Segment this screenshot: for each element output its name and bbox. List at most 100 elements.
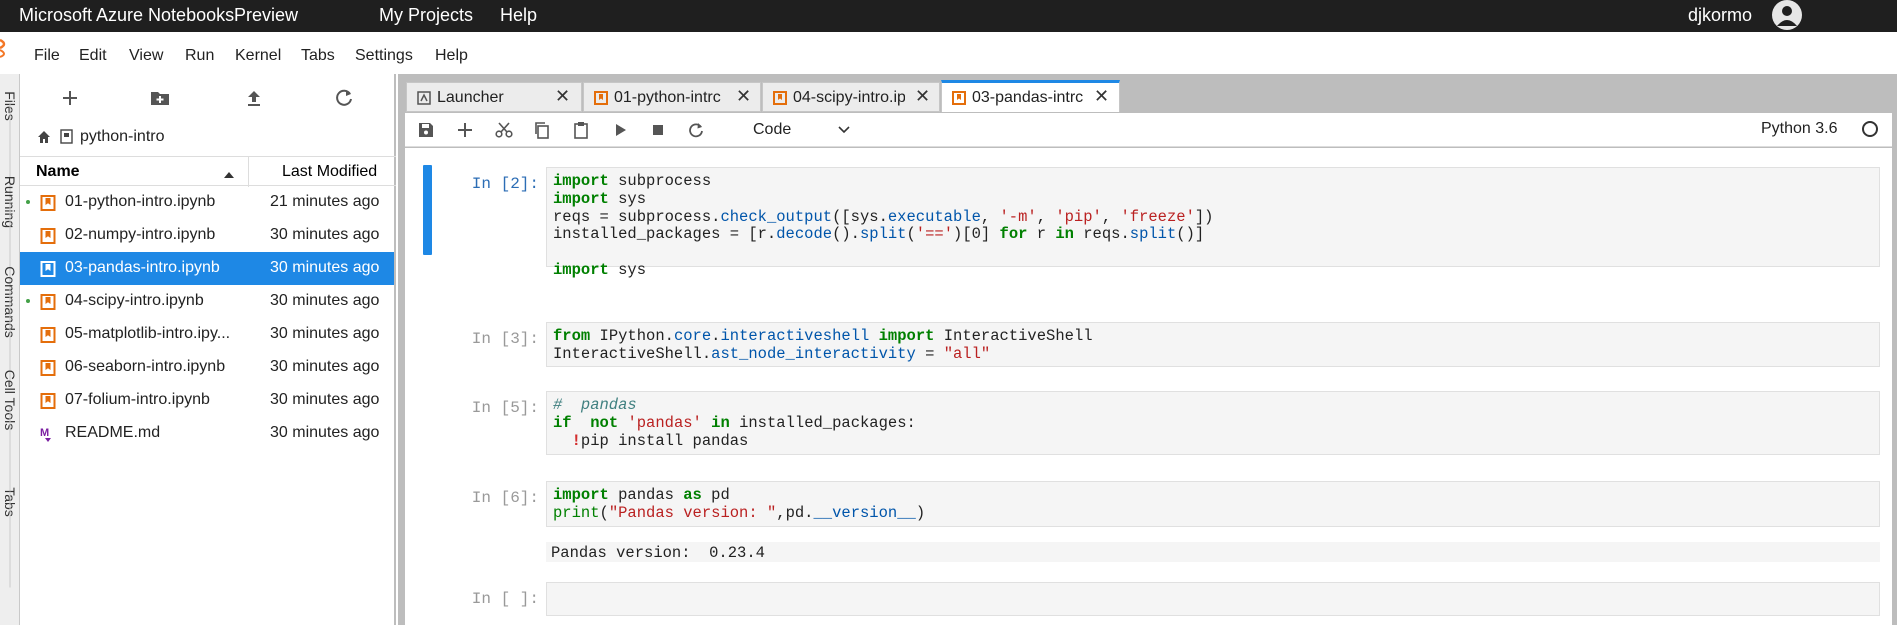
file-name: README.md bbox=[65, 424, 161, 441]
copy-icon[interactable] bbox=[532, 120, 552, 140]
notebook-icon bbox=[40, 293, 56, 311]
menu-tabs[interactable]: Tabs bbox=[301, 47, 335, 65]
menu-settings[interactable]: Settings bbox=[355, 47, 413, 65]
notebook-icon bbox=[40, 194, 56, 212]
file-modified: 30 minutes ago bbox=[270, 259, 380, 276]
tab-04-scipy-intro[interactable]: 04-scipy-intro.ip ✕ bbox=[762, 82, 940, 112]
restart-kernel-icon[interactable] bbox=[686, 120, 706, 140]
breadcrumb-folder[interactable]: python-intro bbox=[80, 128, 165, 146]
cell-prompt: In [ ]: bbox=[471, 590, 539, 608]
notebook-icon bbox=[40, 359, 56, 377]
kernel-name[interactable]: Python 3.6 bbox=[1761, 120, 1838, 138]
code-cell[interactable]: from IPython.core.interactiveshell impor… bbox=[546, 322, 1880, 367]
help-link[interactable]: Help bbox=[500, 5, 537, 26]
close-icon[interactable]: ✕ bbox=[736, 86, 751, 107]
file-row[interactable]: 06-seaborn-intro.ipynb 30 minutes ago bbox=[20, 351, 394, 384]
menu-help[interactable]: Help bbox=[435, 47, 468, 65]
cell-prompt: In [6]: bbox=[471, 489, 539, 507]
code-cell[interactable]: # pandas if not 'pandas' in installed_pa… bbox=[546, 391, 1880, 455]
file-row[interactable]: 03-pandas-intro.ipynb 30 minutes ago bbox=[20, 252, 394, 285]
cell-output: Pandas version: 0.23.4 bbox=[546, 542, 1880, 562]
notebook-icon bbox=[40, 326, 56, 344]
tab-label: 03-pandas-intrc bbox=[972, 89, 1084, 106]
column-last-modified[interactable]: Last Modified bbox=[282, 163, 377, 181]
file-row[interactable]: 02-numpy-intro.ipynb 30 minutes ago bbox=[20, 219, 394, 252]
file-modified: 30 minutes ago bbox=[270, 391, 380, 408]
notebook-icon bbox=[773, 91, 787, 105]
menu-edit[interactable]: Edit bbox=[79, 47, 107, 65]
file-row[interactable]: M README.md 30 minutes ago bbox=[20, 417, 394, 450]
notebook-icon bbox=[952, 91, 966, 105]
file-row[interactable]: 01-python-intro.ipynb 21 minutes ago bbox=[20, 186, 394, 219]
tab-03-pandas-intro[interactable]: 03-pandas-intrc ✕ bbox=[941, 80, 1120, 112]
file-row[interactable]: 04-scipy-intro.ipynb 30 minutes ago bbox=[20, 285, 394, 318]
avatar-icon[interactable] bbox=[1772, 0, 1802, 30]
file-name: 04-scipy-intro.ipynb bbox=[65, 292, 204, 309]
file-name: 02-numpy-intro.ipynb bbox=[65, 226, 216, 243]
file-browser: python-intro Name Last Modified 01-pytho… bbox=[20, 74, 396, 625]
left-sidebar-tabs: Files Running Commands Cell Tools Tabs bbox=[0, 74, 20, 625]
cell-prompt: In [2]: bbox=[471, 175, 539, 193]
notebook-icon bbox=[594, 91, 608, 105]
svg-text:M: M bbox=[40, 427, 49, 439]
launcher-icon bbox=[417, 91, 431, 105]
file-name: 03-pandas-intro.ipynb bbox=[65, 259, 220, 276]
file-row[interactable]: 05-matplotlib-intro.ipy... 30 minutes ago bbox=[20, 318, 394, 351]
menu-file[interactable]: File bbox=[34, 47, 60, 65]
save-icon[interactable] bbox=[416, 120, 436, 140]
insert-cell-icon[interactable] bbox=[455, 120, 475, 140]
tab-01-python-intro[interactable]: 01-python-intrc ✕ bbox=[583, 82, 761, 112]
notebook-icon bbox=[40, 227, 56, 245]
close-icon[interactable]: ✕ bbox=[915, 86, 930, 107]
code-cell[interactable]: import subprocess import sys reqs = subp… bbox=[546, 167, 1880, 279]
notebook-area: In [2]: import subprocess import sys req… bbox=[405, 148, 1892, 625]
tab-label: 01-python-intrc bbox=[614, 89, 721, 106]
my-projects-link[interactable]: My Projects bbox=[379, 5, 473, 26]
run-icon[interactable] bbox=[610, 120, 630, 140]
notebook-icon bbox=[40, 260, 56, 278]
column-name[interactable]: Name bbox=[36, 163, 80, 181]
close-icon[interactable]: ✕ bbox=[555, 86, 570, 107]
new-folder-button[interactable] bbox=[148, 86, 172, 110]
notebook-icon bbox=[40, 392, 56, 410]
refresh-button[interactable] bbox=[332, 86, 356, 110]
running-indicator-icon bbox=[26, 200, 30, 204]
cell-type-select[interactable]: Code bbox=[753, 121, 791, 139]
code-cell[interactable] bbox=[546, 582, 1880, 616]
file-name: 07-folium-intro.ipynb bbox=[65, 391, 210, 408]
separator-icon bbox=[60, 129, 74, 150]
kernel-status-icon bbox=[1862, 121, 1878, 137]
brand-title[interactable]: Microsoft Azure Notebooks bbox=[19, 5, 234, 26]
cut-icon[interactable] bbox=[494, 120, 514, 140]
cell-prompt: In [5]: bbox=[471, 399, 539, 417]
file-modified: 21 minutes ago bbox=[270, 193, 380, 210]
chevron-down-icon[interactable] bbox=[837, 123, 851, 142]
file-name: 06-seaborn-intro.ipynb bbox=[65, 358, 226, 375]
file-list-header: Name Last Modified bbox=[20, 156, 396, 187]
top-bar: Microsoft Azure Notebooks Preview My Pro… bbox=[0, 0, 1897, 32]
notebook-toolbar: Code Python 3.6 bbox=[405, 113, 1892, 147]
home-icon[interactable] bbox=[36, 129, 52, 150]
close-icon[interactable]: ✕ bbox=[1094, 86, 1109, 107]
paste-icon[interactable] bbox=[571, 120, 591, 140]
username[interactable]: djkormo bbox=[1688, 5, 1752, 26]
file-modified: 30 minutes ago bbox=[270, 358, 380, 375]
sort-ascending-icon[interactable] bbox=[224, 166, 234, 184]
menu-bar: File Edit View Run Kernel Tabs Settings … bbox=[0, 41, 1897, 71]
menu-run[interactable]: Run bbox=[185, 47, 214, 65]
stop-icon[interactable] bbox=[648, 120, 668, 140]
code-cell[interactable]: import pandas as pd print("Pandas versio… bbox=[546, 481, 1880, 527]
upload-button[interactable] bbox=[242, 86, 266, 110]
cell-prompt: In [3]: bbox=[471, 330, 539, 348]
running-indicator-icon bbox=[26, 299, 30, 303]
menu-view[interactable]: View bbox=[129, 47, 163, 65]
file-name: 05-matplotlib-intro.ipy... bbox=[65, 325, 231, 342]
new-launcher-button[interactable] bbox=[58, 86, 82, 110]
file-modified: 30 minutes ago bbox=[270, 226, 380, 243]
menu-kernel[interactable]: Kernel bbox=[235, 47, 281, 65]
preview-label: Preview bbox=[234, 5, 299, 25]
tab-launcher[interactable]: Launcher ✕ bbox=[406, 82, 582, 112]
file-modified: 30 minutes ago bbox=[270, 325, 380, 342]
file-row[interactable]: 07-folium-intro.ipynb 30 minutes ago bbox=[20, 384, 394, 417]
markdown-icon: M bbox=[40, 425, 56, 443]
